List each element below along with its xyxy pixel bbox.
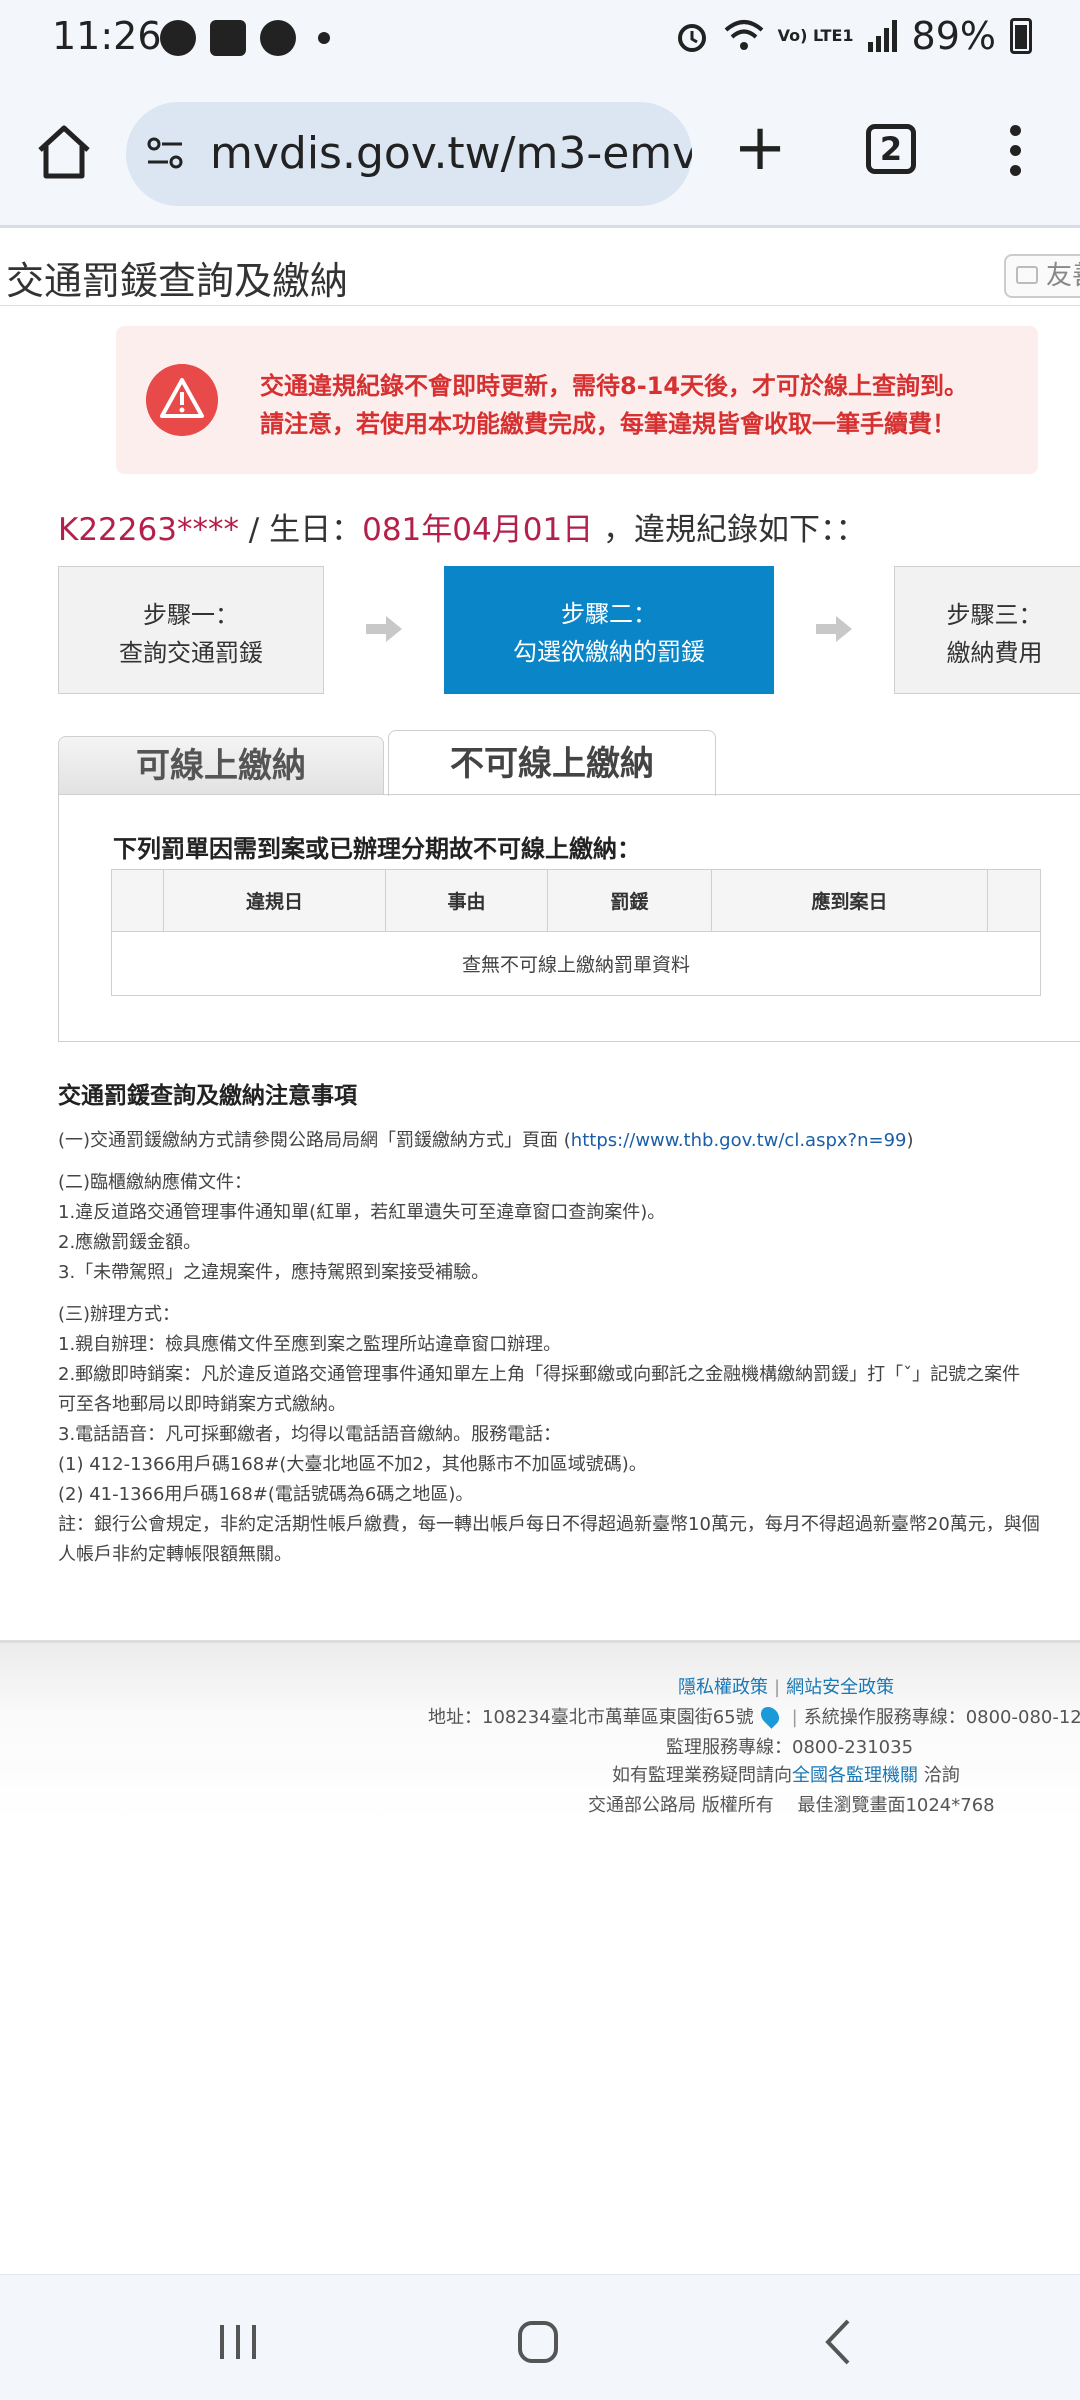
notes-line: 2.應繳罰鍰金額。 (58, 1232, 202, 1253)
network-label: Vo) LTE1 (777, 26, 854, 45)
battery-percent: 89% (911, 14, 996, 58)
notes-line: (三)辦理方式： (58, 1304, 181, 1325)
system-nav-bar (0, 2274, 1080, 2400)
notes-line: 1.違反道路交通管理事件通知單(紅單，若紅單遺失可至違章窗口查詢案件)。 (58, 1202, 666, 1223)
status-right: Vo) LTE1 89% (674, 14, 1032, 58)
more-menu-icon[interactable] (1000, 120, 1030, 190)
step-pay: 步驟三： 繳納費用 (894, 566, 1080, 694)
id-number: K22263**** (58, 512, 239, 548)
privacy-policy-link[interactable]: 隱私權政策 (678, 1677, 768, 1698)
site-footer: 隱私權政策 | 網站安全政策 地址：108234臺北市萬華區東園街65號 | 系統操作服… (0, 1640, 1080, 1822)
col-header-reason: 事由 (385, 869, 548, 932)
friendly-print-label: 友善 (1046, 261, 1080, 291)
back-nav-icon[interactable] (810, 2317, 870, 2367)
footer-copyright: 交通部公路局 版權所有 最佳瀏覽畫面1024*768 (588, 1795, 995, 1816)
notes-line: 人帳戶非約定轉帳限額無關。 (58, 1544, 292, 1565)
birthday-value: 081年04月01日 (362, 512, 594, 548)
notes-sec1-end: ) (906, 1130, 914, 1151)
friendly-print-button[interactable]: 友善 (1004, 254, 1080, 298)
not-payable-panel: 下列罰單因需到案或已辦理分期故不可線上繳納： 違規日 事由 罰鍰 應到案日 查無… (58, 794, 1080, 1042)
notes-line: 註：銀行公會規定，非約定活期性帳戶繳費，每一轉出帳戶每日不得超過新臺幣10萬元，… (58, 1514, 1040, 1535)
footer-inquiry-post: 洽詢 (918, 1765, 960, 1786)
footer-hotline: 系統操作服務專線：0800-080-123( (803, 1707, 1080, 1728)
page-header: 交通罰鍰查詢及繳納 友善 (0, 230, 1080, 306)
url-text[interactable]: mvdis.gov.tw/m3-emv- (210, 128, 692, 179)
tab-not-online-payable[interactable]: 不可線上繳納 (388, 730, 716, 796)
notes-line: 可至各地郵局以即時銷案方式繳納。 (58, 1394, 346, 1415)
tab-switcher-button[interactable]: 2 (866, 124, 916, 174)
violation-info-line: K22263**** / 生日：081年04月01日 ，違規紀錄如下：： (58, 504, 867, 549)
col-header-extra (987, 869, 1041, 932)
notes-section: 交通罰鍰查詢及繳納注意事項 (一)交通罰鍰繳納方式請參閱公路局局網「罰鍰繳納方式… (58, 1076, 1080, 1570)
notes-line: 1.親自辦理：檢具應備文件至應到案之監理所站違章窗口辦理。 (58, 1334, 562, 1355)
thb-link[interactable]: https://www.thb.gov.tw/cl.aspx?n=99 (571, 1130, 907, 1151)
tickets-table: 違規日 事由 罰鍰 應到案日 查無不可線上繳納罰單資料 (111, 869, 1041, 996)
empty-message: 查無不可線上繳納罰單資料 (111, 931, 1041, 996)
more-notifications-icon (318, 32, 330, 44)
signal-icon (867, 20, 897, 52)
step-select: 步驟二： 勾選欲繳納的罰鍰 (444, 566, 774, 694)
notes-line: (二)臨櫃繳納應備文件： (58, 1172, 253, 1193)
tab-online-payable[interactable]: 可線上繳納 (58, 736, 384, 794)
status-time: 11:26 (52, 14, 162, 58)
parking-notification-icon (260, 20, 296, 56)
notes-line: (1) 412-1366用戶碼168#(大臺北地區不加2，其他縣市不加區域號碼)… (58, 1454, 647, 1475)
site-settings-icon[interactable] (142, 130, 190, 178)
app-notification-icon (160, 20, 196, 56)
map-pin-icon[interactable] (756, 1703, 783, 1729)
home-nav-icon[interactable] (508, 2317, 568, 2367)
col-header-fine: 罰鍰 (547, 869, 712, 932)
step-arrow-icon (366, 616, 402, 642)
notes-sec1-text: (一)交通罰鍰繳納方式請參閱公路局局網「罰鍰繳納方式」頁面 ( (58, 1130, 571, 1151)
table-row: 查無不可線上繳納罰單資料 (111, 931, 1041, 996)
wifi-icon (724, 20, 763, 50)
printer-icon (1016, 266, 1038, 284)
home-icon[interactable] (34, 122, 94, 182)
notes-sec1: (一)交通罰鍰繳納方式請參閱公路局局網「罰鍰繳納方式」頁面 (https://w… (58, 1126, 1080, 1156)
notification-icons (160, 20, 330, 56)
new-tab-icon[interactable]: + (730, 116, 790, 180)
step-arrow-icon (816, 616, 852, 642)
panel-heading: 下列罰單因需到案或已辦理分期故不可線上繳納： (113, 835, 641, 863)
alert-text-update: 交通違規紀錄不會即時更新，需待8-14天後，才可於線上查詢到。 (260, 372, 969, 400)
footer-inquiry-pre: 如有監理業務疑問請向 (612, 1765, 792, 1786)
col-header-date: 違規日 (163, 869, 386, 932)
step-title: 步驟一： (143, 601, 239, 629)
col-header-select (111, 869, 164, 932)
battery-icon (1010, 18, 1032, 54)
step-desc: 勾選欲繳納的罰鍰 (513, 638, 705, 666)
status-bar: 11:26 Vo) LTE1 89% (0, 0, 1080, 80)
notes-title: 交通罰鍰查詢及繳納注意事項 (58, 1083, 357, 1109)
notes-line: (2) 41-1366用戶碼168#(電話號碼為6碼之地區)。 (58, 1484, 474, 1505)
recent-apps-icon[interactable] (208, 2317, 268, 2367)
warning-alert: 交通違規紀錄不會即時更新，需待8-14天後，才可於線上查詢到。 請注意，若使用本… (116, 326, 1038, 474)
footer-address: 地址：108234臺北市萬華區東園街65號 (428, 1707, 754, 1728)
step-query: 步驟一： 查詢交通罰鍰 (58, 566, 324, 694)
col-header-due-date: 應到案日 (711, 869, 988, 932)
warning-icon (146, 364, 218, 436)
step-desc: 繳納費用 (946, 639, 1043, 667)
notes-line: 3.電話語音：凡可採郵繳者，均得以電話語音繳納。服務電話： (58, 1424, 562, 1445)
step-title: 步驟三： (946, 601, 1043, 629)
gallery-notification-icon (210, 20, 246, 56)
birthday-label: / 生日： (238, 512, 363, 548)
footer-policy-links: 隱私權政策 | 網站安全政策 (678, 1677, 895, 1698)
address-bar[interactable]: mvdis.gov.tw/m3-emv- (126, 102, 692, 206)
footer-supervision: 監理服務專線：0800-231035 (666, 1737, 914, 1758)
page-title: 交通罰鍰查詢及繳納 (6, 259, 349, 303)
alert-text-fee: 請注意，若使用本功能繳費完成，每筆違規皆會收取一筆手續費！ (260, 410, 956, 438)
security-policy-link[interactable]: 網站安全政策 (786, 1677, 894, 1698)
supervision-offices-link[interactable]: 全國各監理機關 (792, 1765, 918, 1786)
step-desc: 查詢交通罰鍰 (119, 639, 263, 667)
footer-inquiry: 如有監理業務疑問請向全國各監理機關 洽詢 (612, 1761, 960, 1787)
step-title: 步驟二： (561, 600, 657, 628)
alarm-icon (677, 24, 706, 52)
notes-line: 2.郵繳即時銷案：凡於違反道路交通管理事件通知單左上角「得採郵繳或向郵託之金融機… (58, 1364, 1021, 1385)
browser-toolbar: mvdis.gov.tw/m3-emv- + 2 (0, 80, 1080, 228)
notes-line: 3.「未帶駕照」之違規案件，應持駕照到案接受補驗。 (58, 1262, 490, 1283)
records-label: ，違規紀錄如下：： (593, 512, 867, 548)
footer-address-row: 地址：108234臺北市萬華區東園街65號 | 系統操作服務專線：0800-080-… (428, 1703, 1080, 1729)
table-header-row: 違規日 事由 罰鍰 應到案日 (111, 869, 1041, 932)
